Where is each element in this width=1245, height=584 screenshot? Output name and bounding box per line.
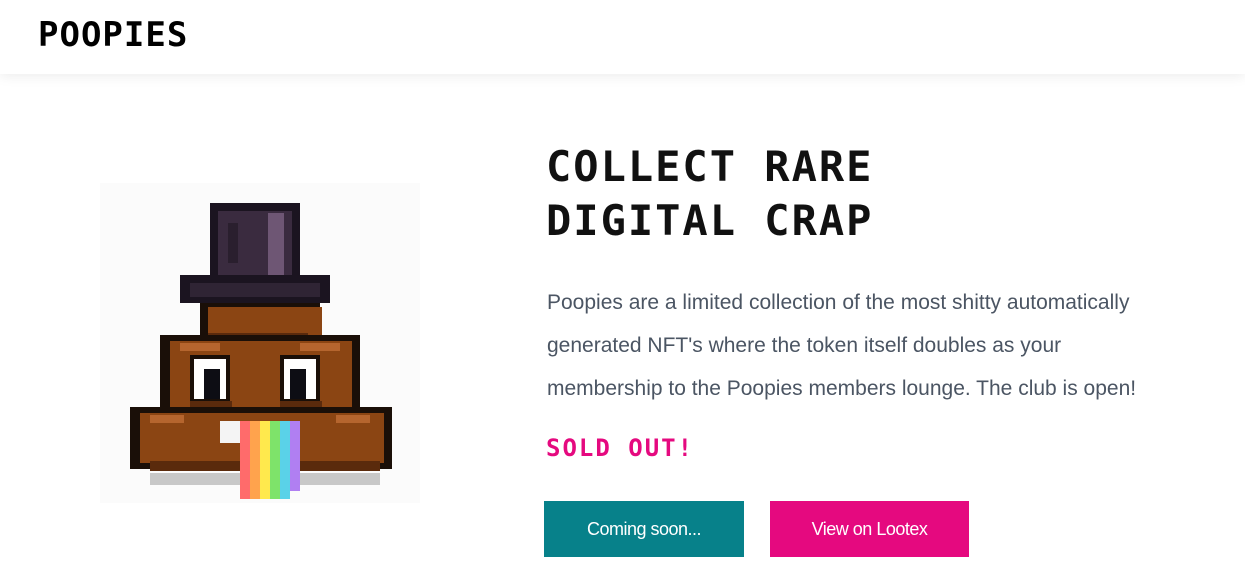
view-on-lootex-button[interactable]: View on Lootex: [770, 501, 969, 557]
top-navbar: POOPIES: [0, 0, 1245, 74]
coming-soon-button[interactable]: Coming soon...: [544, 501, 744, 557]
pixel-poop-top-hat-rainbow-icon: [130, 203, 392, 499]
hero-description: Poopies are a limited collection of the …: [547, 281, 1227, 410]
description-line-3: membership to the Poopies members lounge…: [547, 377, 1137, 400]
hero-image: [100, 183, 420, 503]
headline-line-2: DIGITAL CRAP: [546, 196, 874, 245]
hero-headline: COLLECT RARE DIGITAL CRAP: [546, 140, 1066, 248]
site-logo[interactable]: POOPIES: [38, 15, 188, 55]
headline-line-1: COLLECT RARE: [546, 142, 874, 191]
sold-out-status: SOLD OUT!: [546, 434, 695, 462]
description-line-2: generated NFT's where the token itself d…: [547, 334, 1062, 357]
description-line-1: Poopies are a limited collection of the …: [547, 291, 1130, 314]
